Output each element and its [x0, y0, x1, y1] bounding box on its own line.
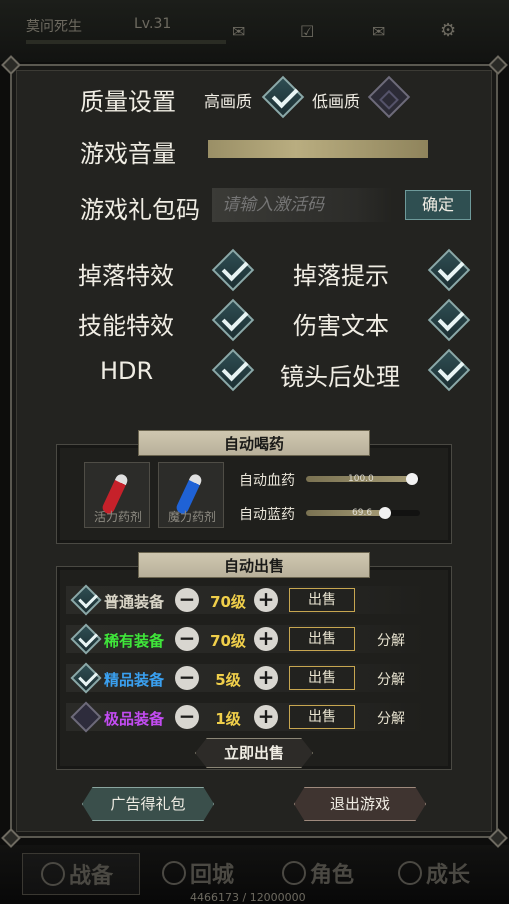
sell-now-button[interactable]: 立即出售	[195, 738, 313, 768]
sell-row-name: 普通装备	[104, 593, 165, 611]
decrease-level-button[interactable]: −	[175, 705, 199, 729]
toggle-label-skill-effect: 技能特效	[78, 312, 174, 340]
sell-row-name: 精品装备	[104, 671, 165, 689]
sell-row-level: 1级	[215, 710, 241, 728]
sell-toggle[interactable]: 出售	[289, 666, 355, 690]
mp-slider-knob[interactable]	[379, 507, 391, 519]
nav-label: 角色	[310, 863, 355, 888]
mail-icon[interactable]: ✉	[232, 22, 245, 41]
toggle-label-hdr: HDR	[100, 357, 154, 385]
gift-code-label: 游戏礼包码	[80, 196, 200, 224]
nav-item-character[interactable]: 角色	[282, 857, 354, 889]
sell-row-name: 稀有装备	[104, 632, 165, 650]
ad-gift-button[interactable]: 广告得礼包	[82, 787, 214, 821]
decrease-level-button[interactable]: −	[175, 588, 199, 612]
battle-icon	[41, 862, 65, 886]
message-icon[interactable]: ✉	[372, 22, 385, 41]
increase-level-button[interactable]: +	[254, 666, 278, 690]
increase-level-button[interactable]: +	[254, 588, 278, 612]
nav-item-town[interactable]: 回城	[162, 857, 234, 889]
volume-slider[interactable]	[208, 140, 428, 158]
decompose-toggle[interactable]: 分解	[377, 708, 405, 728]
sell-row-name: 极品装备	[104, 710, 165, 728]
hp-potion-label: 活力药剂	[93, 510, 142, 524]
player-name: 莫问死生	[26, 19, 82, 35]
decrease-level-button[interactable]: −	[175, 666, 199, 690]
nav-item-battle[interactable]: 战备	[22, 853, 140, 895]
character-icon	[282, 861, 306, 885]
hp-slider-knob[interactable]	[406, 473, 418, 485]
decompose-toggle[interactable]: 分解	[377, 669, 405, 689]
sell-row-level: 70级	[210, 632, 246, 650]
auto-potion-title: 自动喝药	[138, 430, 370, 456]
exp-bar	[26, 40, 226, 44]
quality-high-label: 高画质	[204, 92, 253, 111]
decrease-level-button[interactable]: −	[175, 627, 199, 651]
nav-label: 战备	[69, 864, 114, 889]
sell-row-level: 5级	[215, 671, 241, 689]
sell-row-level: 70级	[210, 593, 246, 611]
nav-label: 成长	[426, 863, 471, 888]
quality-low-label: 低画质	[312, 92, 361, 111]
auto-sell-title: 自动出售	[138, 552, 370, 578]
hp-potion-slot[interactable]: 活力药剂	[84, 462, 150, 528]
toggle-label-drop-hint: 掉落提示	[293, 262, 389, 290]
top-hud: 莫问死生 Lv.31 ✉ ☑ ✉ ⚙	[0, 0, 509, 62]
task-icon[interactable]: ☑	[300, 22, 314, 41]
mp-slider-fill	[306, 510, 385, 516]
volume-label: 游戏音量	[80, 140, 176, 168]
increase-level-button[interactable]: +	[254, 627, 278, 651]
bottom-nav: 战备 回城 角色 成长 4466173 / 12000000	[0, 845, 509, 904]
sell-toggle[interactable]: 出售	[289, 627, 355, 651]
toggle-label-post-processing: 镜头后处理	[280, 363, 400, 391]
decompose-toggle[interactable]: 分解	[377, 630, 405, 650]
nav-label: 回城	[190, 863, 235, 888]
confirm-button[interactable]: 确定	[405, 190, 471, 220]
mp-potion-label: 魔力药剂	[167, 510, 216, 524]
player-level: Lv.31	[134, 16, 172, 32]
town-icon	[162, 861, 186, 885]
mp-potion-slot[interactable]: 魔力药剂	[158, 462, 224, 528]
exit-game-button[interactable]: 退出游戏	[294, 787, 426, 821]
hp-slider-value: 100.0	[348, 474, 374, 484]
gear-icon[interactable]: ⚙	[440, 20, 456, 41]
gift-code-input[interactable]	[212, 188, 392, 222]
quality-label: 质量设置	[80, 88, 176, 116]
toggle-label-damage-text: 伤害文本	[293, 312, 389, 340]
exp-readout: 4466173 / 12000000	[190, 891, 306, 904]
growth-icon	[398, 861, 422, 885]
toggle-label-drop-effect: 掉落特效	[78, 262, 174, 290]
nav-item-growth[interactable]: 成长	[398, 857, 470, 889]
increase-level-button[interactable]: +	[254, 705, 278, 729]
mp-slider-value: 69.6	[352, 508, 373, 518]
sell-toggle[interactable]: 出售	[289, 588, 355, 612]
auto-mp-label: 自动蓝药	[239, 507, 295, 523]
auto-hp-label: 自动血药	[239, 473, 295, 489]
sell-toggle[interactable]: 出售	[289, 705, 355, 729]
